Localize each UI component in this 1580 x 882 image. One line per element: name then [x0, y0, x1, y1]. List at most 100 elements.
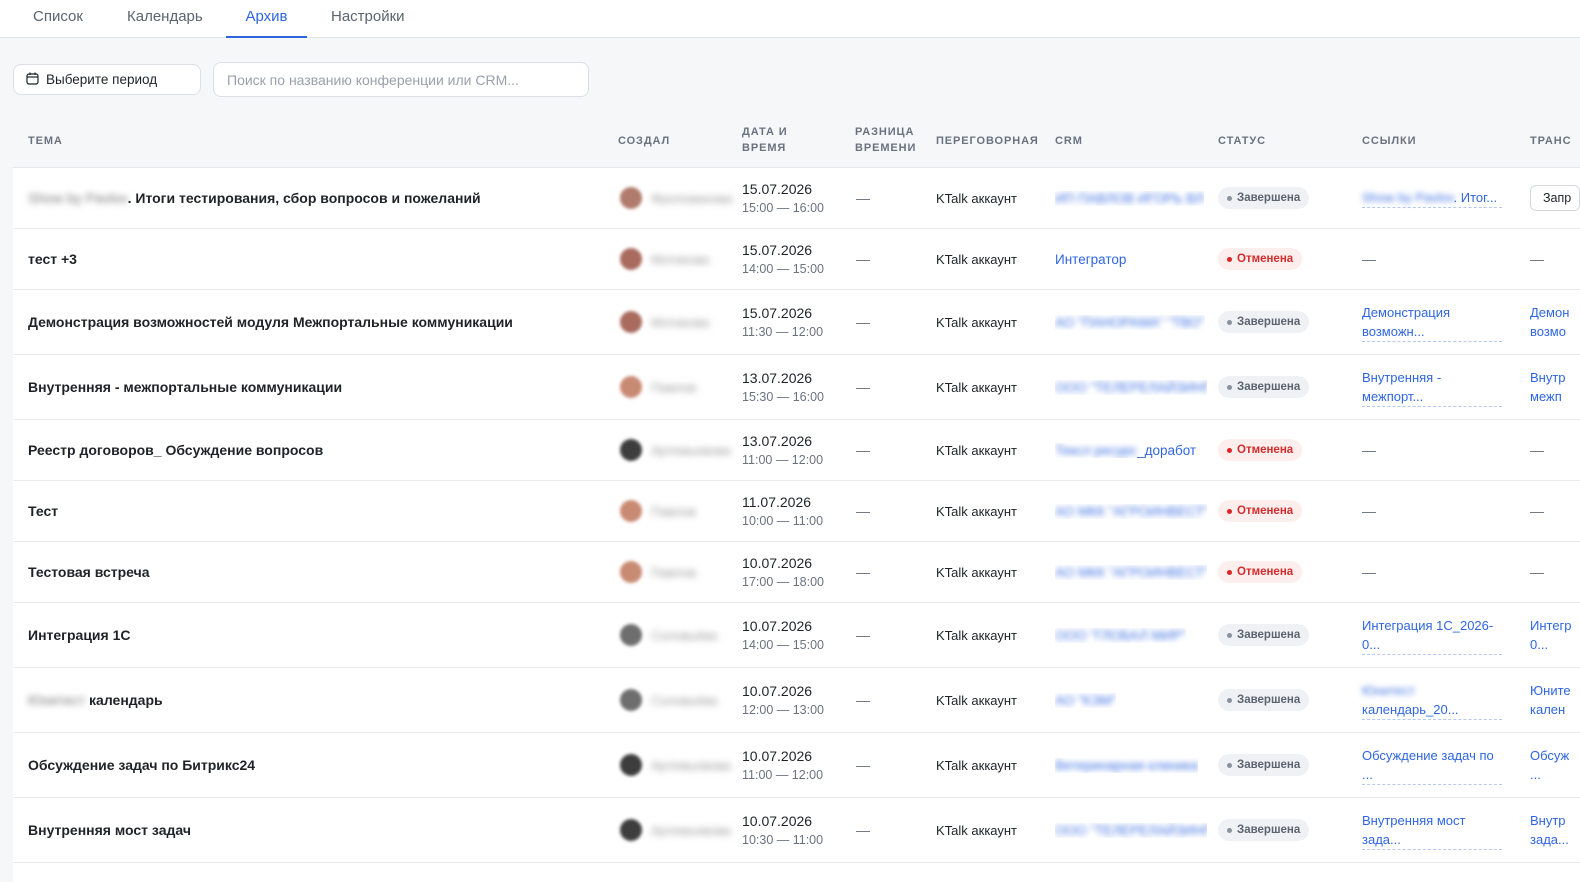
meeting-title[interactable]: Юнитест календарь — [28, 692, 163, 708]
table-row[interactable]: Show by Pavlov. Итоги тестирования, сбор… — [13, 168, 1580, 229]
crm-link[interactable]: АО МКК "АГРОИНВЕСТ" — [1055, 504, 1207, 519]
crm-link[interactable]: АО МКК "АГРОИНВЕСТ" — [1055, 565, 1207, 580]
meeting-date: 10.07.2026 — [742, 554, 813, 571]
column-transcript[interactable]: ТРАНС — [1530, 133, 1571, 149]
meeting-title[interactable]: Тест — [28, 503, 58, 519]
meeting-title[interactable]: тест +3 — [28, 251, 77, 267]
meeting-title[interactable]: Тестовая встреча — [28, 564, 150, 580]
meeting-title[interactable]: Внутренняя мост задач — [28, 822, 191, 838]
status-dot-icon — [1227, 569, 1232, 575]
transcript-link-line1: Обсуж — [1530, 748, 1570, 763]
recording-link[interactable]: Обсуждение задач по... — [1362, 746, 1502, 785]
transcript-link[interactable]: Внутр межп — [1530, 368, 1580, 406]
status-dot-icon — [1227, 447, 1232, 453]
topic-cell: Show by Pavlov. Итоги тестирования, сбор… — [28, 168, 603, 228]
transcript-link[interactable]: Внутр зада... — [1530, 811, 1580, 849]
transcript-cell: — — [1530, 542, 1580, 602]
status-badge: Отменена — [1218, 500, 1303, 522]
table-row[interactable]: Внутренняя - межпортальные коммуникации П… — [13, 355, 1580, 420]
tab-bar: Список Календарь Архив Настройки — [0, 0, 1580, 38]
meeting-title[interactable]: Интеграция 1С — [28, 627, 131, 643]
status-cell: Отменена — [1218, 542, 1338, 602]
creator-cell: Павлов — [620, 355, 735, 419]
table-row[interactable]: тест +3 Мотикова 15.07.2026 14:00 — 15:00 — K… — [13, 229, 1580, 290]
crm-link[interactable]: Тексл ресурс_доработ — [1055, 443, 1196, 458]
tab-calendar[interactable]: Календарь — [127, 0, 203, 38]
meeting-title[interactable]: Show by Pavlov. Итоги тестирования, сбор… — [28, 190, 481, 206]
recording-link[interactable]: Show by Pavlov. Итог... — [1362, 188, 1502, 208]
table-row[interactable]: Демонстрация возможностей модуля Межпорт… — [13, 290, 1580, 355]
crm-link[interactable]: ООО "ГЛОБАЛ МИР" — [1055, 628, 1186, 643]
transcript-link-line2: кален — [1530, 702, 1566, 717]
creator-cell: Фролованова — [620, 168, 735, 228]
crm-link[interactable]: Интегратор — [1055, 252, 1126, 267]
recording-link[interactable]: Внутренняя мост зада... — [1362, 811, 1502, 850]
meeting-date: 11.07.2026 — [742, 493, 812, 510]
crm-link[interactable]: АО "ПАНОРАМА" "ТВО" — [1055, 315, 1205, 330]
request-transcript-button[interactable]: Запр — [1530, 185, 1580, 211]
table-row[interactable]: Тест Павлов 11.07.2026 10:00 — 11:00 — KTalk … — [13, 481, 1580, 542]
table-header: ТЕМА СОЗДАЛ ДАТА И ВРЕМЯ РАЗНИЦА ВРЕМЕНИ П… — [13, 113, 1580, 168]
status-label: Завершена — [1237, 629, 1301, 641]
recording-link[interactable]: Юнитест календарь_20... — [1362, 681, 1502, 720]
meeting-title[interactable]: Демонстрация возможностей модуля Межпорт… — [28, 314, 513, 330]
tab-settings[interactable]: Настройки — [331, 0, 405, 38]
status-label: Отменена — [1237, 444, 1294, 456]
meeting-title[interactable]: Реестр договоров_ Обсуждение вопросов — [28, 442, 323, 458]
time-diff: — — [856, 627, 870, 643]
table-row[interactable]: Тестовая встреча Павлов 10.07.2026 17:00 — … — [13, 542, 1580, 603]
status-badge: Отменена — [1218, 561, 1303, 583]
meeting-room: KTalk аккаунт — [936, 190, 1018, 206]
tab-archive[interactable]: Архив — [226, 0, 307, 38]
transcript-link[interactable]: Демон возмо — [1530, 303, 1580, 341]
recording-link[interactable]: Интеграция 1С_2026- 0... — [1362, 616, 1502, 655]
crm-link[interactable]: ООО "ТЕЛЕРЕЛАЙЗИНГ" — [1055, 380, 1207, 395]
search-input[interactable] — [213, 62, 589, 97]
column-creator[interactable]: СОЗДАЛ — [618, 133, 670, 149]
creator-cell: Соловьёва — [620, 668, 735, 732]
table-row[interactable]: Юнитест календарь Соловьёва 10.07.2026 12:0… — [13, 668, 1580, 733]
meeting-room: KTalk аккаунт — [936, 503, 1018, 519]
period-picker-button[interactable]: Выберите период — [13, 64, 201, 95]
crm-link[interactable]: АО "КЭМ" — [1055, 693, 1116, 708]
table-row[interactable]: Обсуждение задач по Битрикс24 Артемьевова… — [13, 733, 1580, 798]
meeting-title-text: Реестр договоров_ Обсуждение вопросов — [28, 442, 324, 458]
meeting-date: 10.07.2026 — [742, 617, 813, 634]
room-cell: KTalk аккаунт — [936, 168, 1046, 228]
topic-cell: Юнитест календарь — [28, 668, 603, 732]
column-links[interactable]: ССЫЛКИ — [1362, 133, 1416, 149]
recording-link[interactable]: Демонстрация возможн... — [1362, 303, 1502, 342]
transcript-link-line2: 0... — [1530, 637, 1549, 652]
tab-list[interactable]: Список — [33, 0, 83, 38]
table-row[interactable]: Интеграция 1С Соловьёва 10.07.2026 14:00 — … — [13, 603, 1580, 668]
timediff-cell: — — [856, 290, 916, 354]
column-crm[interactable]: CRM — [1055, 133, 1083, 149]
column-room[interactable]: ПЕРЕГОВОРНАЯ — [936, 133, 1039, 149]
table-row[interactable]: Реестр договоров_ Обсуждение вопросов Арт… — [13, 420, 1580, 481]
timediff-cell: — — [856, 420, 916, 480]
status-cell: Отменена — [1218, 481, 1338, 541]
avatar — [620, 561, 642, 583]
crm-link[interactable]: ИП ПАВЛОВ ИГОРЬ ВЛ — [1055, 191, 1204, 206]
column-timediff[interactable]: РАЗНИЦА ВРЕМЕНИ — [855, 124, 916, 156]
column-status[interactable]: СТАТУС — [1218, 133, 1266, 149]
column-topic[interactable]: ТЕМА — [28, 133, 63, 149]
no-transcript: — — [1530, 251, 1544, 267]
transcript-link-line2: возмо — [1530, 324, 1566, 339]
status-label: Завершена — [1237, 316, 1301, 328]
column-datetime[interactable]: ДАТА И ВРЕМЯ — [742, 124, 788, 156]
crm-link[interactable]: Ветеринарная клиника — [1055, 758, 1198, 773]
recording-link[interactable]: Внутренняя - межпорт... — [1362, 368, 1502, 407]
datetime-cell: 10.07.2026 12:00 — 13:00 — [742, 668, 847, 732]
table-row[interactable]: Внутренняя мост задач Артемьевова 10.07.20… — [13, 798, 1580, 863]
transcript-link[interactable]: Обсуж... — [1530, 746, 1580, 784]
transcript-cell: Внутр зада... — [1530, 798, 1580, 862]
meeting-title[interactable]: Внутренняя - межпортальные коммуникации — [28, 379, 342, 395]
crm-link[interactable]: ООО "ТЕЛЕРЕЛАЙЗИНГ" — [1055, 823, 1207, 838]
status-label: Отменена — [1237, 253, 1294, 265]
meeting-title[interactable]: Обсуждение задач по Битрикс24 — [28, 757, 255, 773]
meeting-date: 10.07.2026 — [742, 682, 813, 699]
transcript-link[interactable]: Интегр 0... — [1530, 616, 1580, 654]
links-cell: — — [1362, 420, 1512, 480]
transcript-link[interactable]: Юните кален — [1530, 681, 1580, 719]
